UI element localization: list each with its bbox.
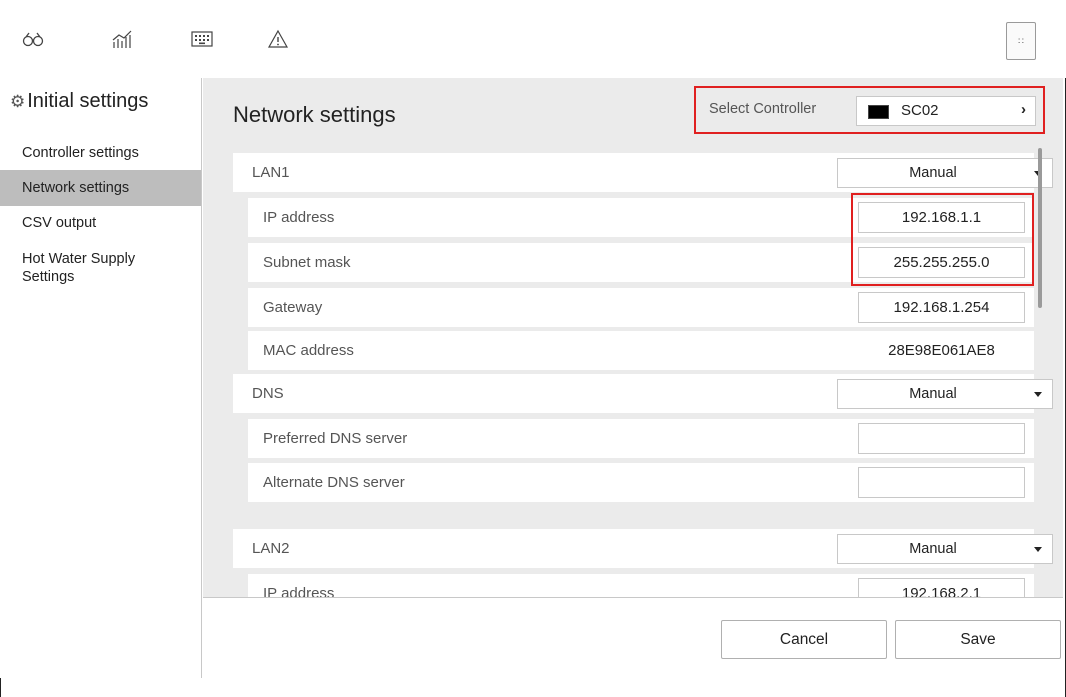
- lan1-row: LAN1 Manual: [233, 153, 1053, 192]
- sidebar-item-label: CSV output: [22, 215, 97, 231]
- sidebar-title: ⚙ Initial settings: [10, 90, 148, 113]
- mac-address-label: MAC address: [263, 342, 354, 359]
- select-controller-section: Select Controller SC02 ›: [694, 86, 1045, 134]
- chevron-right-icon: ›: [1021, 101, 1026, 118]
- preferred-dns-field[interactable]: [858, 423, 1025, 454]
- lan2-row: LAN2 Manual: [233, 529, 1053, 568]
- lan1-mode-dropdown[interactable]: Manual: [837, 158, 1053, 188]
- gear-icon: ⚙: [10, 92, 26, 111]
- lan2-mode-value: Manual: [909, 541, 957, 557]
- controller-selector[interactable]: SC02 ›: [856, 96, 1036, 126]
- mac-address-value: 28E98E061AE8: [888, 342, 995, 359]
- sidebar-item-hot-water-supply-settings[interactable]: Hot Water Supply Settings: [0, 250, 150, 286]
- alternate-dns-row: Alternate DNS server: [248, 463, 1034, 502]
- top-toolbar: ∷: [0, 0, 1066, 78]
- sidebar-item-csv-output[interactable]: CSV output: [0, 214, 201, 232]
- sidebar-item-controller-settings[interactable]: Controller settings: [0, 144, 201, 162]
- sidebar-item-label: Network settings: [22, 180, 130, 196]
- dns-mode-dropdown[interactable]: Manual: [837, 379, 1053, 409]
- alternate-dns-field[interactable]: [858, 467, 1025, 498]
- lan1-subnet-row: Subnet mask: [248, 243, 1034, 282]
- sidebar-item-label: Controller settings: [22, 145, 139, 161]
- lan1-mac-row: MAC address 28E98E061AE8: [248, 331, 1034, 370]
- lan1-label: LAN1: [252, 164, 290, 181]
- lan1-gateway-row: Gateway: [248, 288, 1034, 327]
- lan2-label: LAN2: [252, 540, 290, 557]
- menu-icon: ∷: [1018, 35, 1024, 46]
- lan2-mode-dropdown[interactable]: Manual: [837, 534, 1053, 564]
- keypad-icon[interactable]: [187, 24, 217, 54]
- lan1-subnet-mask-field[interactable]: [858, 247, 1025, 278]
- chart-icon[interactable]: [107, 24, 137, 54]
- preferred-dns-row: Preferred DNS server: [248, 419, 1034, 458]
- lan2-ip-address-field[interactable]: [858, 578, 1025, 597]
- alternate-dns-label: Alternate DNS server: [263, 474, 405, 491]
- lan1-ip-row: IP address: [248, 198, 1034, 237]
- controller-color-swatch: [868, 105, 889, 119]
- ip-address-label: IP address: [263, 209, 335, 226]
- warning-icon[interactable]: [263, 24, 293, 54]
- dns-row: DNS Manual: [233, 374, 1053, 413]
- caret-down-icon: [1034, 392, 1042, 397]
- binoculars-icon[interactable]: [18, 24, 48, 54]
- dns-label: DNS: [252, 385, 284, 402]
- subnet-mask-label: Subnet mask: [263, 254, 351, 271]
- gateway-label: Gateway: [263, 299, 323, 316]
- lan1-gateway-field[interactable]: [858, 292, 1025, 323]
- cancel-button[interactable]: Cancel: [721, 620, 887, 659]
- menu-button[interactable]: ∷: [1006, 22, 1036, 60]
- lan2-ip-row: IP address: [248, 574, 1034, 597]
- footer-bar: Cancel Save: [203, 597, 1063, 697]
- ip-address-label: IP address: [263, 585, 335, 597]
- select-controller-label: Select Controller: [709, 101, 817, 117]
- sidebar-title-text: Initial settings: [27, 90, 149, 112]
- scrollbar[interactable]: [1038, 148, 1042, 308]
- lan1-ip-address-field[interactable]: [858, 202, 1025, 233]
- sidebar-item-label: Hot Water Supply Settings: [22, 251, 136, 285]
- controller-value: SC02: [901, 102, 939, 119]
- save-button[interactable]: Save: [895, 620, 1061, 659]
- sidebar: ⚙ Initial settings Controller settings Ne…: [0, 78, 202, 678]
- sidebar-item-network-settings[interactable]: Network settings: [0, 170, 201, 206]
- preferred-dns-label: Preferred DNS server: [263, 430, 408, 447]
- page-title: Network settings: [233, 102, 396, 127]
- lan1-mode-value: Manual: [909, 165, 957, 181]
- dns-mode-value: Manual: [909, 386, 957, 402]
- main-panel: Network settings Select Controller SC02 …: [203, 78, 1063, 597]
- caret-down-icon: [1034, 547, 1042, 552]
